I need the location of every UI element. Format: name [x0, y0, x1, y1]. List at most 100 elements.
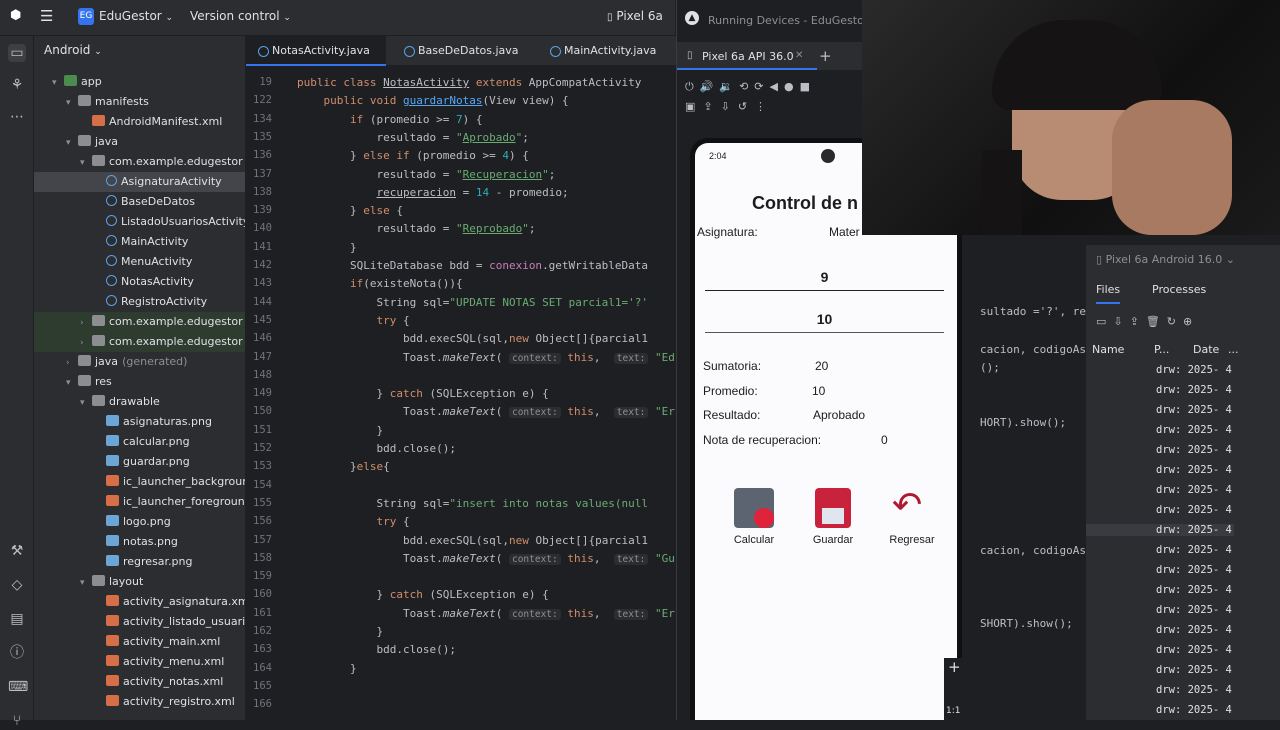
project-tree-item[interactable]: ic_launcher_background	[34, 472, 245, 492]
expand-toggle-icon[interactable]: ▾	[80, 393, 92, 413]
column-date[interactable]: Date	[1193, 343, 1219, 356]
guardar-button[interactable]: Guardar	[800, 488, 866, 548]
project-tree-item[interactable]: AsignaturaActivity	[34, 172, 245, 192]
terminal-icon[interactable]: ⌨	[8, 678, 28, 696]
xml-icon	[106, 595, 119, 606]
project-tree-item[interactable]: activity_registro.xml	[34, 692, 245, 712]
expand-toggle-icon[interactable]: ›	[66, 353, 78, 373]
tab-base-de-datos[interactable]: BaseDeDatos.java	[392, 36, 538, 66]
file-row[interactable]: drw: 2025- 4	[1156, 704, 1232, 716]
file-row[interactable]: drw: 2025- 4	[1156, 684, 1232, 696]
project-selector[interactable]: EduGestor ⌄	[99, 9, 173, 23]
project-tree-item[interactable]: regresar.png	[34, 552, 245, 572]
column-more[interactable]: ...	[1228, 343, 1239, 356]
file-row[interactable]: drw: 2025- 4	[1086, 524, 1234, 536]
project-tree-item[interactable]: activity_listado_usuarios	[34, 612, 245, 632]
column-permissions[interactable]: P...	[1154, 343, 1169, 356]
asignatura-spinner[interactable]: Mater	[829, 225, 860, 239]
project-tree-item[interactable]: ▾ java	[34, 132, 245, 153]
zoom-ratio[interactable]: 1:1	[946, 706, 960, 716]
parcial2-input[interactable]: 10	[705, 305, 944, 333]
file-row[interactable]: drw: 2025- 4	[1156, 644, 1232, 656]
code-fragment: ();	[980, 361, 1000, 374]
project-tree-item[interactable]: RegistroActivity	[34, 292, 245, 312]
file-row[interactable]: drw: 2025- 4	[1156, 464, 1232, 476]
project-tree-item[interactable]: BaseDeDatos	[34, 192, 245, 212]
file-row[interactable]: drw: 2025- 4	[1156, 404, 1232, 416]
file-row[interactable]: drw: 2025- 4	[1156, 624, 1232, 636]
project-tree-item[interactable]: activity_main.xml	[34, 632, 245, 652]
problems-icon[interactable]: ⓘ	[8, 644, 26, 662]
expand-toggle-icon[interactable]: ›	[80, 313, 92, 333]
expand-toggle-icon[interactable]: ▾	[66, 93, 78, 113]
git-icon[interactable]: ⑂	[8, 712, 26, 730]
project-tool-icon[interactable]: ▭	[8, 44, 26, 62]
tab-files[interactable]: Files	[1096, 283, 1121, 304]
project-tree-item[interactable]: ▾ manifests	[34, 92, 245, 113]
project-tree-item[interactable]: ic_launcher_foreground	[34, 492, 245, 512]
project-tree-item[interactable]: NotasActivity	[34, 272, 245, 292]
project-tree-item[interactable]: ▾ layout	[34, 572, 245, 593]
project-tree-item[interactable]: MainActivity	[34, 232, 245, 252]
project-tree-item[interactable]: ▾ app	[34, 72, 245, 93]
expand-toggle-icon[interactable]: ›	[80, 333, 92, 353]
project-tree-item[interactable]: calcular.png	[34, 432, 245, 452]
file-row[interactable]: drw: 2025- 4	[1156, 664, 1232, 676]
project-tree-item[interactable]: ListadoUsuariosActivity	[34, 212, 245, 232]
project-tree-item[interactable]: logo.png	[34, 512, 245, 532]
project-tree-item[interactable]: activity_asignatura.xml	[34, 592, 245, 612]
logcat-icon[interactable]: ▤	[8, 610, 26, 628]
parcial1-input[interactable]: 9	[705, 263, 944, 291]
project-tree-item[interactable]: ▾ res	[34, 372, 245, 393]
tab-processes[interactable]: Processes	[1152, 283, 1206, 296]
project-tree-item[interactable]: notas.png	[34, 532, 245, 552]
project-tree-item[interactable]: activity_menu.xml	[34, 652, 245, 672]
expand-toggle-icon[interactable]: ▾	[66, 373, 78, 393]
project-tree-item[interactable]: ›com.example.edugestor(t	[34, 332, 245, 353]
file-row[interactable]: drw: 2025- 4	[1156, 544, 1232, 556]
device-selector[interactable]: ▯ Pixel 6a	[607, 9, 663, 23]
expand-toggle-icon[interactable]: ▾	[52, 73, 64, 93]
main-menu-icon[interactable]: ☰	[40, 7, 53, 25]
file-row[interactable]: drw: 2025- 4	[1156, 384, 1232, 396]
file-toolbar[interactable]: ▭⇩⇪🗑↻⊕	[1096, 315, 1199, 328]
emulator-toolbar-row2[interactable]: ▣⇪⇩↺⋮	[685, 100, 774, 113]
close-icon[interactable]: ✕	[795, 50, 803, 61]
expand-toggle-icon[interactable]: ▾	[66, 133, 78, 153]
project-tree-item[interactable]: AndroidManifest.xml	[34, 112, 245, 132]
gem-icon[interactable]: ◇	[8, 576, 26, 594]
project-tree-item[interactable]: ›com.example.edugestor(a	[34, 312, 245, 333]
file-row[interactable]: drw: 2025- 4	[1156, 444, 1232, 456]
more-tools-icon[interactable]: ⋯	[8, 108, 26, 126]
file-row[interactable]: drw: 2025- 4	[1156, 364, 1232, 376]
file-row[interactable]: drw: 2025- 4	[1156, 424, 1232, 436]
project-tree-item[interactable]: guardar.png	[34, 452, 245, 472]
file-row[interactable]: drw: 2025- 4	[1156, 604, 1232, 616]
project-view-selector[interactable]: Android ⌄	[44, 43, 102, 57]
tab-main-activity[interactable]: MainActivity.java	[538, 36, 676, 66]
project-tree-item[interactable]: asignaturas.png	[34, 412, 245, 432]
file-row[interactable]: drw: 2025- 4	[1156, 584, 1232, 596]
tab-notas-activity[interactable]: NotasActivity.java	[246, 36, 386, 66]
device-explorer-selector[interactable]: ▯ Pixel 6a Android 16.0 ⌄	[1096, 253, 1235, 266]
project-tree-item[interactable]: MenuActivity	[34, 252, 245, 272]
expand-toggle-icon[interactable]: ▾	[80, 573, 92, 593]
column-name[interactable]: Name	[1092, 343, 1124, 356]
file-row[interactable]: drw: 2025- 4	[1156, 484, 1232, 496]
build-icon[interactable]: ⚒	[8, 542, 26, 560]
project-tree-item[interactable]: ▾ com.example.edugestor	[34, 152, 245, 173]
calcular-button[interactable]: Calcular	[721, 488, 787, 548]
regresar-button[interactable]: ↶ Regresar	[879, 485, 945, 548]
file-row[interactable]: drw: 2025- 4	[1156, 504, 1232, 516]
resource-manager-icon[interactable]: ⚘	[8, 76, 26, 94]
version-control-menu[interactable]: Version control ⌄	[190, 9, 291, 23]
emulator-toolbar-row1[interactable]: ⏻🔊🔉⟲⟳◀●■	[685, 80, 816, 94]
file-row[interactable]: drw: 2025- 4	[1156, 564, 1232, 576]
device-tab[interactable]: ▯ Pixel 6a API 36.0 ✕	[677, 42, 817, 70]
expand-toggle-icon[interactable]: ▾	[80, 153, 92, 173]
add-device-icon[interactable]: +	[819, 47, 832, 65]
zoom-in-icon[interactable]: +	[948, 658, 961, 676]
project-tree-item[interactable]: › java (generated)	[34, 352, 245, 373]
project-tree-item[interactable]: ▾ drawable	[34, 392, 245, 413]
project-tree-item[interactable]: activity_notas.xml	[34, 672, 245, 692]
